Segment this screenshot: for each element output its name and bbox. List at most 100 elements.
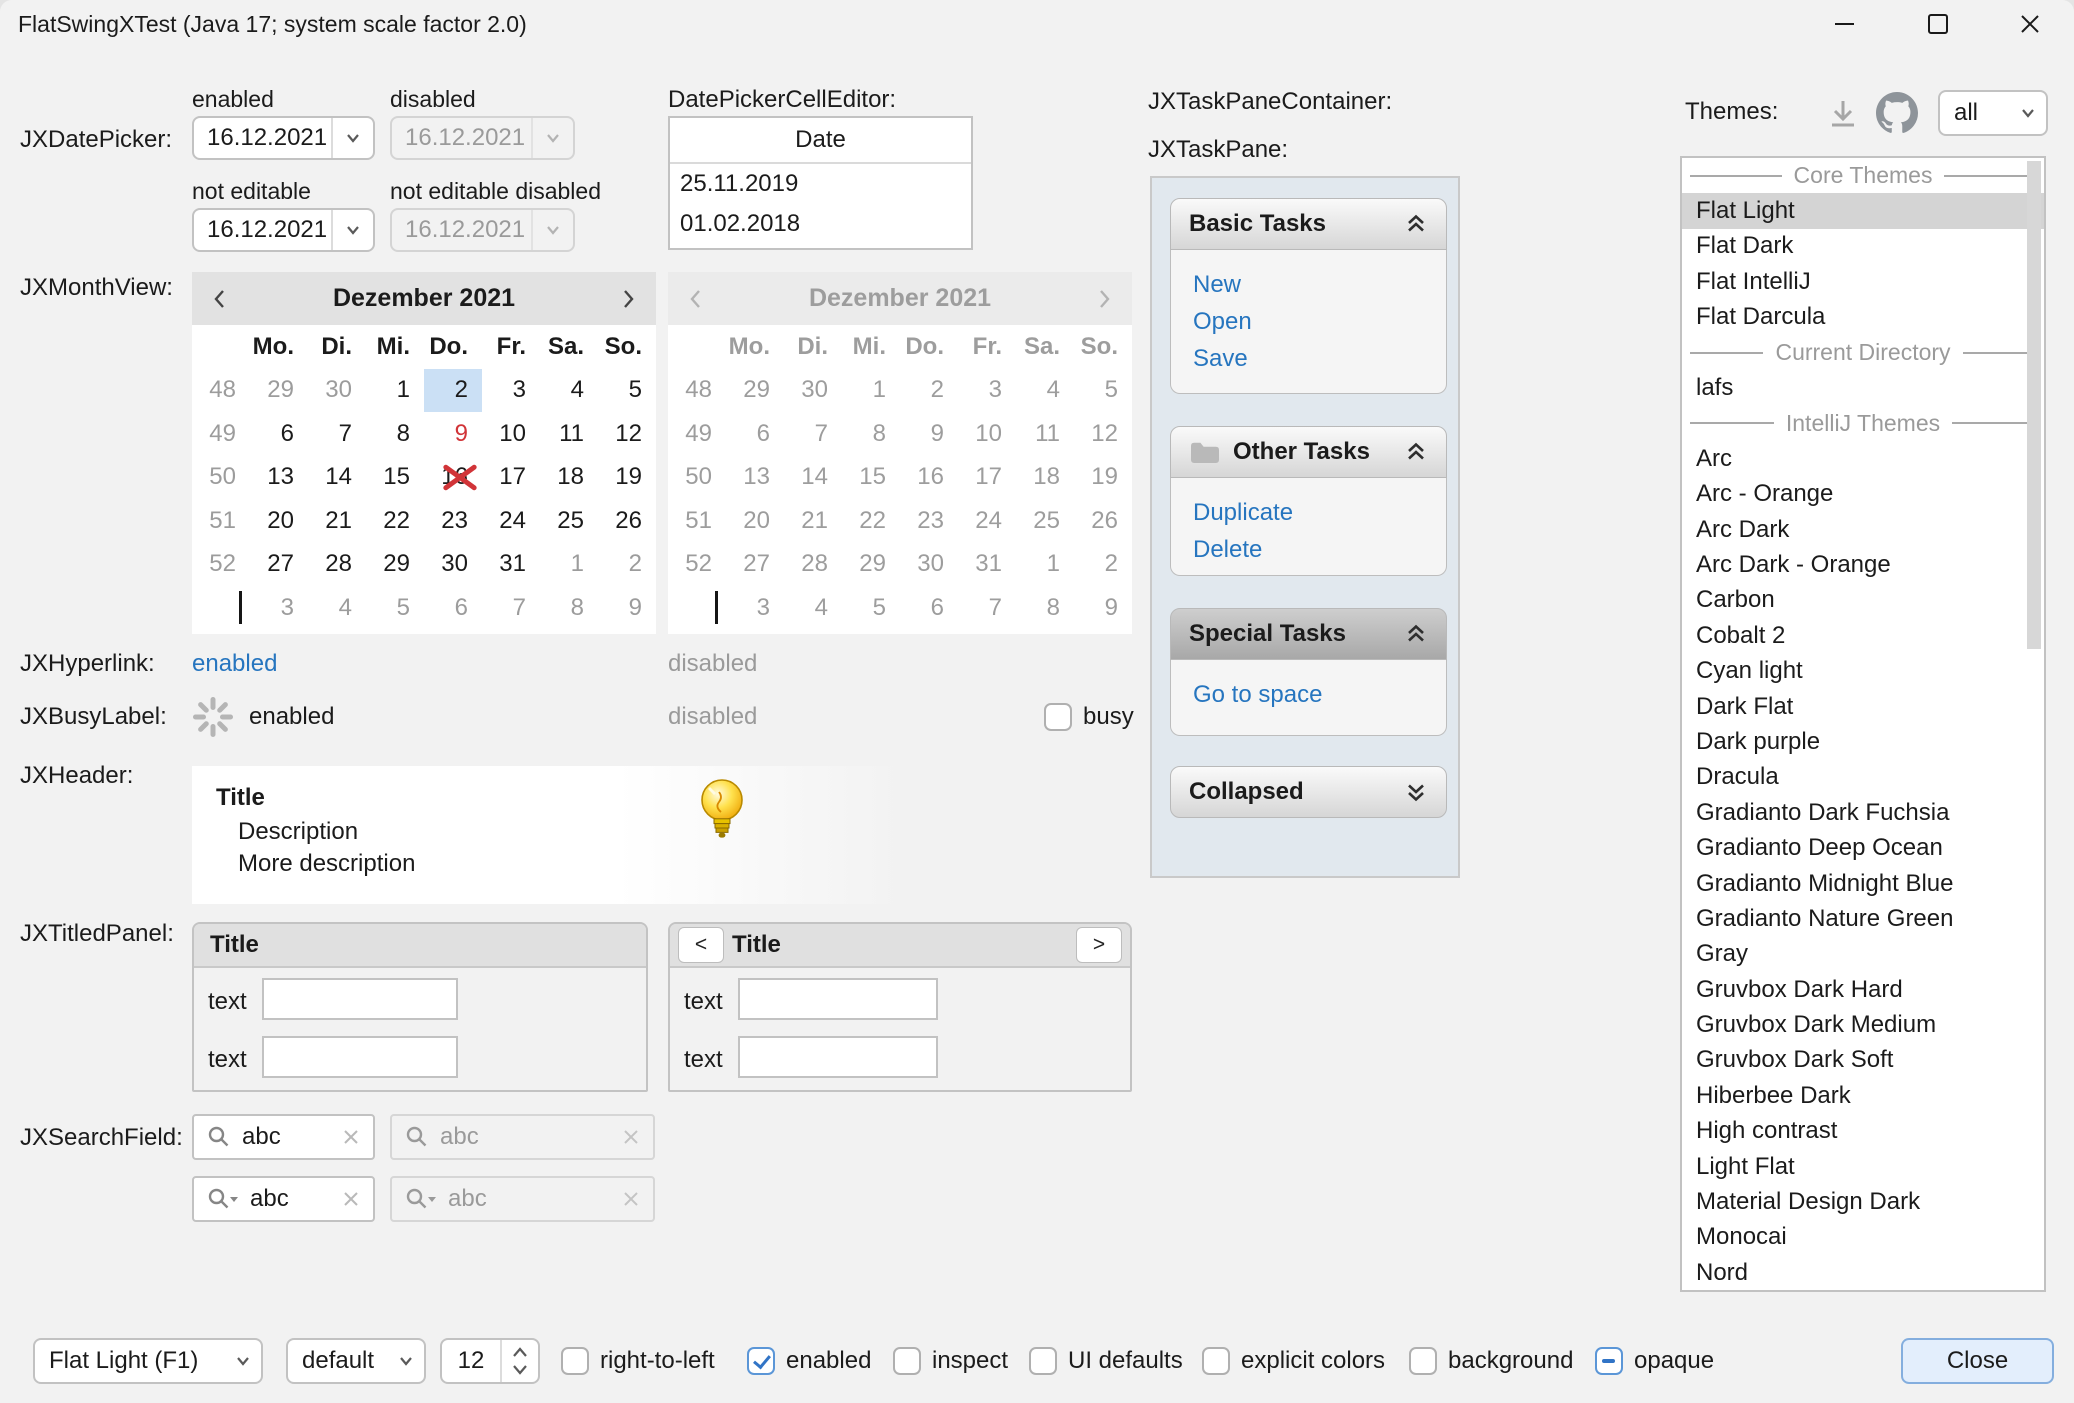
taskpane-special-header[interactable]: Special Tasks: [1170, 608, 1447, 660]
theme-list-item[interactable]: Arc Dark: [1682, 512, 2044, 547]
scrollbar-thumb[interactable]: [2027, 161, 2041, 649]
calendar-cell[interactable]: 12: [598, 412, 656, 456]
theme-list-item[interactable]: Flat Darcula: [1682, 300, 2044, 335]
inspect-checkbox[interactable]: [893, 1347, 921, 1375]
calendar-cell[interactable]: 10: [482, 412, 540, 456]
datepicker-value[interactable]: 16.12.2021: [194, 124, 331, 152]
calendar-cell[interactable]: 2: [424, 369, 482, 413]
font-size-value[interactable]: 12: [442, 1340, 500, 1382]
theme-list-item[interactable]: lafs: [1682, 370, 2044, 405]
task-link[interactable]: Save: [1193, 340, 1446, 377]
ui-defaults-checkbox[interactable]: [1029, 1347, 1057, 1375]
calendar-cell[interactable]: 4: [308, 586, 366, 630]
maximize-button[interactable]: [1906, 0, 1970, 48]
table-row[interactable]: 01.02.2018: [670, 204, 971, 244]
calendar-cell[interactable]: 22: [366, 499, 424, 543]
themes-filter-combo[interactable]: all: [1938, 90, 2048, 136]
calendar-cell[interactable]: 5: [366, 586, 424, 630]
theme-list-item[interactable]: Dracula: [1682, 760, 2044, 795]
text-input[interactable]: [738, 978, 938, 1020]
taskpane-basic-header[interactable]: Basic Tasks: [1170, 198, 1447, 250]
theme-list-item[interactable]: Carbon: [1682, 583, 2044, 618]
calendar-cell[interactable]: 3: [482, 369, 540, 413]
taskpane-collapsed-header[interactable]: Collapsed: [1170, 766, 1447, 818]
theme-list-item[interactable]: High contrast: [1682, 1114, 2044, 1149]
calendar-cell[interactable]: 8: [366, 412, 424, 456]
collapse-icon[interactable]: [1404, 212, 1428, 236]
calendar-cell[interactable]: 15: [366, 456, 424, 500]
clear-icon[interactable]: [341, 1127, 361, 1147]
theme-list-item[interactable]: Material Design Dark: [1682, 1184, 2044, 1219]
text-input[interactable]: [738, 1036, 938, 1078]
font-size-spinner[interactable]: 12: [440, 1338, 540, 1384]
calendar-cell[interactable]: 1: [540, 543, 598, 587]
hyperlink-enabled[interactable]: enabled: [192, 650, 277, 678]
calendar-cell[interactable]: 7: [308, 412, 366, 456]
close-button[interactable]: Close: [1901, 1338, 2054, 1384]
search-input[interactable]: abc: [242, 1123, 331, 1151]
style-combo[interactable]: default: [286, 1338, 426, 1384]
theme-list-item[interactable]: Nord: [1682, 1255, 2044, 1290]
theme-list-item[interactable]: Cyan light: [1682, 653, 2044, 688]
background-checkbox[interactable]: [1409, 1347, 1437, 1375]
chevron-down-icon[interactable]: [510, 1361, 530, 1377]
theme-list-item[interactable]: Flat Light: [1682, 193, 2044, 228]
calendar-cell[interactable]: 24: [482, 499, 540, 543]
calendar-cell[interactable]: 5: [598, 369, 656, 413]
github-icon[interactable]: [1876, 92, 1918, 134]
taskpane-other-header[interactable]: Other Tasks: [1170, 426, 1447, 478]
spinner-buttons[interactable]: [500, 1340, 538, 1382]
theme-list-item[interactable]: Arc Dark - Orange: [1682, 547, 2044, 582]
minimize-button[interactable]: [1812, 0, 1876, 48]
task-link[interactable]: Go to space: [1193, 676, 1446, 713]
theme-list-item[interactable]: Gradianto Nature Green: [1682, 901, 2044, 936]
calendar-cell[interactable]: 30: [424, 543, 482, 587]
table-row[interactable]: 25.11.2019: [670, 164, 971, 204]
chevron-down-icon[interactable]: [331, 210, 373, 250]
theme-list-item[interactable]: Flat IntelliJ: [1682, 264, 2044, 299]
theme-list-item[interactable]: Gruvbox Dark Medium: [1682, 1007, 2044, 1042]
theme-list-item[interactable]: Dark Flat: [1682, 689, 2044, 724]
datepicker-not-editable[interactable]: 16.12.2021: [192, 208, 375, 252]
text-input[interactable]: [262, 1036, 458, 1078]
calendar-cell[interactable]: 14: [308, 456, 366, 500]
theme-list-item[interactable]: Gradianto Deep Ocean: [1682, 830, 2044, 865]
collapse-icon[interactable]: [1404, 440, 1428, 464]
calendar-cell[interactable]: 29: [366, 543, 424, 587]
task-link[interactable]: Delete: [1193, 531, 1446, 568]
calendar-cell[interactable]: 3: [250, 586, 308, 630]
calendar-cell[interactable]: 9: [598, 586, 656, 630]
busy-checkbox[interactable]: [1044, 703, 1072, 731]
clear-icon[interactable]: [341, 1189, 361, 1209]
laf-combo[interactable]: Flat Light (F1): [33, 1338, 263, 1384]
calendar-cell[interactable]: 9: [424, 412, 482, 456]
search-input[interactable]: abc: [250, 1185, 331, 1213]
theme-list-item[interactable]: Arc: [1682, 441, 2044, 476]
calendar-cell[interactable]: 6: [424, 586, 482, 630]
next-button[interactable]: >: [1076, 927, 1122, 963]
theme-list-item[interactable]: Cobalt 2: [1682, 618, 2044, 653]
search-field-dropdown-enabled[interactable]: abc: [192, 1176, 375, 1222]
theme-list-item[interactable]: Hiberbee Dark: [1682, 1078, 2044, 1113]
calendar-cell[interactable]: 4: [540, 369, 598, 413]
chevron-right-icon[interactable]: [616, 286, 640, 312]
collapse-icon[interactable]: [1404, 622, 1428, 646]
download-icon[interactable]: [1824, 96, 1862, 134]
calendar-cell[interactable]: 16: [424, 456, 482, 500]
calendar-cell[interactable]: 21: [308, 499, 366, 543]
calendar-cell[interactable]: 2: [598, 543, 656, 587]
calendar-cell[interactable]: 29: [250, 369, 308, 413]
calendar-cell[interactable]: 1: [366, 369, 424, 413]
theme-list-item[interactable]: Gray: [1682, 937, 2044, 972]
opaque-checkbox[interactable]: [1595, 1347, 1623, 1375]
theme-list-item[interactable]: Arc - Orange: [1682, 477, 2044, 512]
calendar-cell[interactable]: 17: [482, 456, 540, 500]
calendar-cell[interactable]: 23: [424, 499, 482, 543]
theme-list-item[interactable]: Gradianto Dark Fuchsia: [1682, 795, 2044, 830]
calendar-cell[interactable]: 28: [308, 543, 366, 587]
theme-list-item[interactable]: Gruvbox Dark Hard: [1682, 972, 2044, 1007]
calendar-cell[interactable]: 11: [540, 412, 598, 456]
explicit-colors-checkbox[interactable]: [1202, 1347, 1230, 1375]
datepicker-value[interactable]: 16.12.2021: [194, 216, 331, 244]
close-window-button[interactable]: [1998, 0, 2062, 48]
